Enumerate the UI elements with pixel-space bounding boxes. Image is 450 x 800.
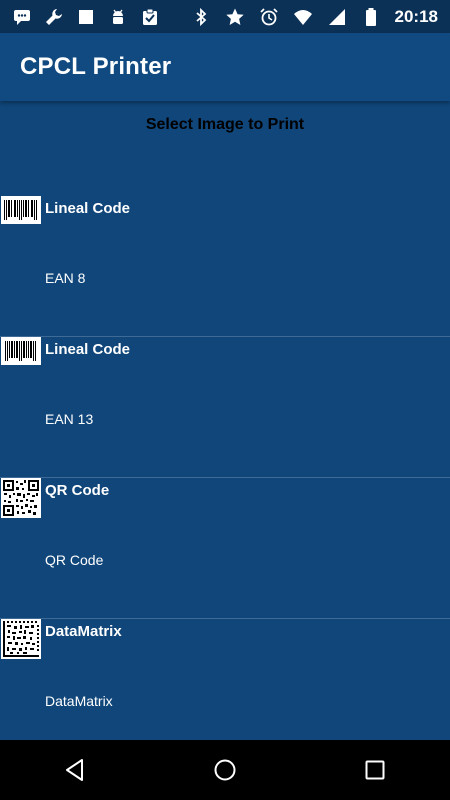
list-item-qr[interactable]: QR Code QR Code bbox=[0, 478, 450, 619]
back-icon bbox=[66, 759, 83, 781]
wrench-icon bbox=[44, 7, 64, 27]
wifi-icon bbox=[293, 7, 313, 27]
app-bar: CPCL Printer bbox=[0, 33, 450, 101]
navigation-bar bbox=[0, 740, 450, 800]
clock-time: 20:18 bbox=[394, 6, 438, 26]
status-bar: 20:18 bbox=[0, 0, 450, 33]
qr-code-icon bbox=[1, 478, 41, 518]
item-subtitle: DataMatrix bbox=[45, 693, 113, 709]
item-title: Lineal Code bbox=[45, 341, 131, 358]
bluetooth-icon bbox=[191, 7, 211, 27]
star-icon bbox=[225, 7, 245, 27]
datamatrix-icon bbox=[1, 619, 41, 659]
item-subtitle: EAN 8 bbox=[45, 270, 86, 286]
page-subtitle: Select Image to Print bbox=[145, 116, 305, 133]
app-title: CPCL Printer bbox=[20, 53, 172, 80]
clipboard-icon bbox=[140, 7, 160, 27]
barcode-ean13-icon bbox=[1, 337, 41, 365]
item-title: DataMatrix bbox=[45, 623, 122, 640]
recents-button[interactable] bbox=[345, 740, 405, 800]
recents-icon bbox=[365, 760, 385, 780]
battery-icon bbox=[361, 7, 381, 27]
list-item-ean8[interactable]: Lineal Code EAN 8 bbox=[0, 196, 450, 337]
item-subtitle: QR Code bbox=[45, 552, 104, 568]
alarm-icon bbox=[259, 7, 279, 27]
back-button[interactable] bbox=[45, 740, 105, 800]
barcode-ean8-icon bbox=[1, 196, 41, 224]
item-title: QR Code bbox=[45, 482, 110, 499]
item-subtitle: EAN 13 bbox=[45, 411, 94, 427]
item-title: Lineal Code bbox=[45, 200, 131, 217]
home-icon bbox=[214, 759, 236, 781]
android-debug-icon bbox=[108, 7, 128, 27]
image-list: Lineal Code EAN 8 Lineal Code EAN 13 QR … bbox=[0, 196, 450, 760]
message-icon bbox=[12, 7, 32, 27]
home-button[interactable] bbox=[195, 740, 255, 800]
signal-icon bbox=[327, 7, 347, 27]
square-icon bbox=[76, 7, 96, 27]
list-item-datamatrix[interactable]: DataMatrix DataMatrix bbox=[0, 619, 450, 760]
list-item-ean13[interactable]: Lineal Code EAN 13 bbox=[0, 337, 450, 478]
